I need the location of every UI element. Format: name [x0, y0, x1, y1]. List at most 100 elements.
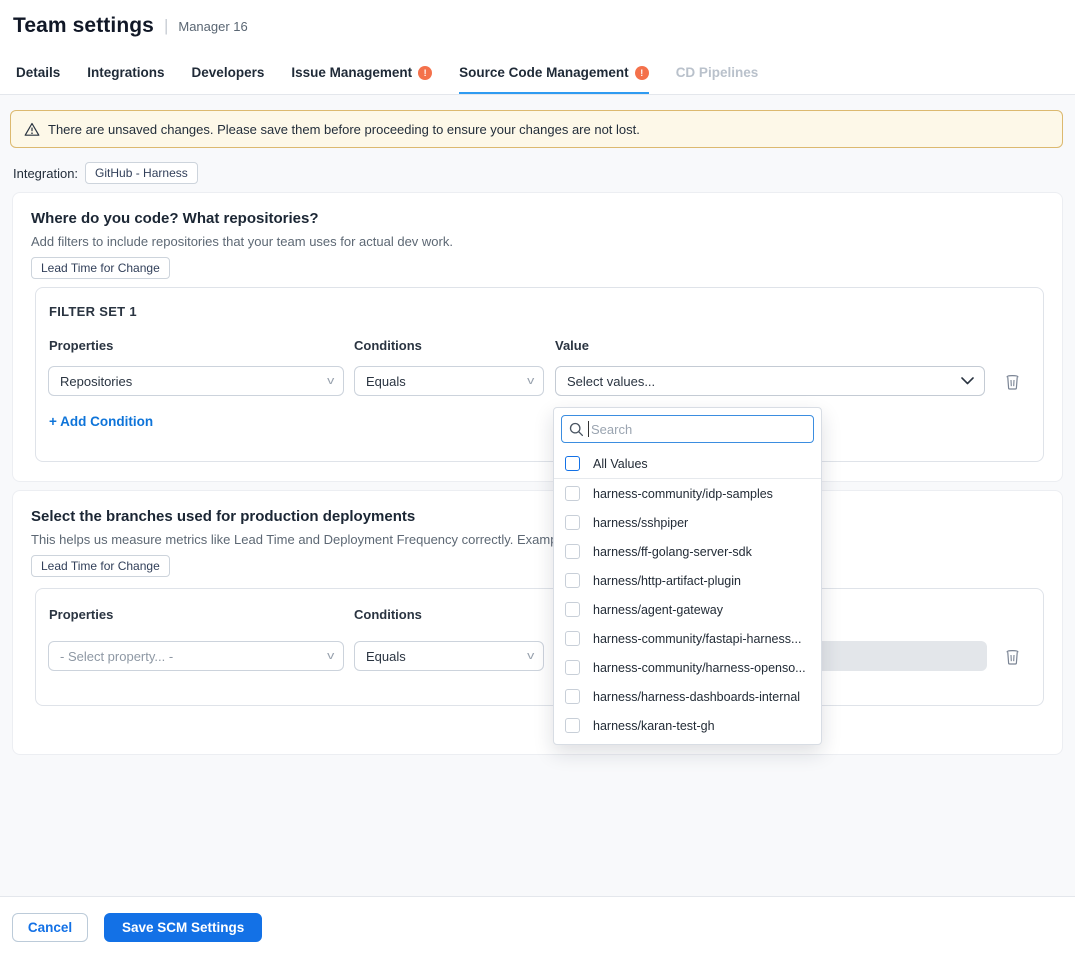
metric-chip-lead-time: Lead Time for Change: [31, 555, 170, 577]
checkbox-icon[interactable]: [565, 660, 580, 675]
cancel-button[interactable]: Cancel: [12, 913, 88, 942]
warning-badge-icon: !: [418, 66, 432, 80]
tab-label: Source Code Management: [459, 65, 629, 80]
repo-option[interactable]: harness/karan-test-gh: [554, 711, 821, 740]
tab-label: Details: [16, 65, 60, 80]
tab-label: Integrations: [87, 65, 164, 80]
checkbox-icon[interactable]: [565, 486, 580, 501]
chevron-down-icon: v: [527, 375, 534, 387]
checkbox-icon[interactable]: [565, 515, 580, 530]
all-values-label: All Values: [593, 457, 648, 471]
action-footer: Cancel Save SCM Settings: [0, 896, 1075, 954]
repo-option[interactable]: harness-community/idp-samples: [554, 479, 821, 508]
properties-column-label: Properties: [49, 607, 113, 622]
repo-option[interactable]: harness/agent-gateway: [554, 595, 821, 624]
tab-integrations[interactable]: Integrations: [87, 53, 164, 94]
add-condition-link[interactable]: + Add Condition: [49, 414, 153, 429]
repo-option[interactable]: harness/ff-golang-server-sdk: [554, 537, 821, 566]
tab-cd-pipelines: CD Pipelines: [676, 53, 759, 94]
property-select-placeholder: - Select property... -: [60, 649, 173, 664]
chevron-down-icon: v: [527, 650, 534, 662]
condition-select[interactable]: Equals v: [354, 366, 544, 396]
repositories-card-subtitle: Add filters to include repositories that…: [31, 234, 453, 249]
main-content: There are unsaved changes. Please save t…: [0, 95, 1075, 896]
repo-option-label: harness-community/harness-openso...: [593, 661, 806, 675]
checkbox-icon[interactable]: [565, 718, 580, 733]
conditions-column-label: Conditions: [354, 607, 422, 622]
tab-label: Developers: [192, 65, 265, 80]
filter-set-title: FILTER SET 1: [49, 304, 137, 319]
value-column-label: Value: [555, 338, 589, 353]
banner-text: There are unsaved changes. Please save t…: [48, 122, 640, 137]
trash-icon: [1005, 373, 1020, 390]
tab-label: CD Pipelines: [676, 65, 759, 80]
repo-option-label: harness/ff-golang-server-sdk: [593, 545, 752, 559]
page-title: Team settings: [13, 14, 154, 38]
branches-card-title: Select the branches used for production …: [31, 508, 415, 525]
properties-column-label: Properties: [49, 338, 113, 353]
property-select[interactable]: Repositories v: [48, 366, 344, 396]
repositories-card: Where do you code? What repositories? Ad…: [12, 192, 1063, 482]
repo-option-label: harness-community/idp-samples: [593, 487, 773, 501]
checkbox-icon[interactable]: [565, 456, 580, 471]
repo-option[interactable]: harness-community/harness-openso...: [554, 653, 821, 682]
tab-details[interactable]: Details: [16, 53, 60, 94]
chevron-down-icon: [961, 377, 974, 385]
checkbox-icon[interactable]: [565, 573, 580, 588]
warning-triangle-icon: [24, 122, 40, 137]
branch-property-select[interactable]: - Select property... - v: [48, 641, 344, 671]
repo-option-label: harness/http-artifact-plugin: [593, 574, 741, 588]
metric-chip-lead-time: Lead Time for Change: [31, 257, 170, 279]
tab-bar: Details Integrations Developers Issue Ma…: [0, 53, 1075, 95]
checkbox-icon[interactable]: [565, 631, 580, 646]
branches-card-subtitle: This helps us measure metrics like Lead …: [31, 532, 1041, 547]
unsaved-changes-banner: There are unsaved changes. Please save t…: [10, 110, 1063, 148]
value-select-placeholder: Select values...: [567, 374, 655, 389]
tab-developers[interactable]: Developers: [192, 53, 265, 94]
branches-card: Select the branches used for production …: [12, 490, 1063, 755]
tab-source-code-management[interactable]: Source Code Management !: [459, 53, 649, 94]
conditions-column-label: Conditions: [354, 338, 422, 353]
filter-set-1-box: FILTER SET 1 Properties Conditions Value…: [35, 287, 1044, 462]
repo-option[interactable]: harness/...: [554, 740, 821, 745]
tab-issue-management[interactable]: Issue Management !: [291, 53, 432, 94]
tab-label: Issue Management: [291, 65, 412, 80]
chevron-down-icon: v: [327, 650, 334, 662]
checkbox-icon[interactable]: [565, 544, 580, 559]
text-caret: [588, 421, 589, 437]
page-header: Team settings | Manager 16: [0, 0, 1075, 53]
delete-condition-button[interactable]: [1002, 370, 1022, 392]
condition-select-value: Equals: [366, 649, 406, 664]
title-separator: |: [164, 16, 168, 36]
save-scm-settings-button[interactable]: Save SCM Settings: [104, 913, 262, 942]
trash-icon: [1005, 648, 1020, 665]
repo-option-label: harness/karan-test-gh: [593, 719, 715, 733]
repositories-card-title: Where do you code? What repositories?: [31, 210, 319, 227]
checkbox-icon[interactable]: [565, 689, 580, 704]
repo-option-label: harness/harness-dashboards-internal: [593, 690, 800, 704]
integration-row: Integration: GitHub - Harness: [13, 162, 198, 184]
repo-option-label: harness-community/fastapi-harness...: [593, 632, 801, 646]
repo-option[interactable]: harness/http-artifact-plugin: [554, 566, 821, 595]
warning-badge-icon: !: [635, 66, 649, 80]
chevron-down-icon: v: [327, 375, 334, 387]
integration-label: Integration:: [13, 166, 78, 181]
checkbox-icon[interactable]: [565, 602, 580, 617]
dropdown-search: [561, 415, 814, 443]
repo-option-label: harness/agent-gateway: [593, 603, 723, 617]
property-select-value: Repositories: [60, 374, 132, 389]
value-multiselect[interactable]: Select values...: [555, 366, 985, 396]
repo-option[interactable]: harness/harness-dashboards-internal: [554, 682, 821, 711]
repo-option-label: harness/sshpiper: [593, 516, 688, 530]
branches-filter-box: Properties Conditions - Select property.…: [35, 588, 1044, 706]
repo-option[interactable]: harness/sshpiper: [554, 508, 821, 537]
integration-chip[interactable]: GitHub - Harness: [85, 162, 198, 184]
repo-option[interactable]: harness-community/fastapi-harness...: [554, 624, 821, 653]
value-select-dropdown: All Values harness-community/idp-samples…: [553, 407, 822, 745]
all-values-option[interactable]: All Values: [554, 449, 821, 479]
search-icon: [569, 422, 584, 437]
team-name-label: Manager 16: [178, 19, 247, 34]
branch-condition-select[interactable]: Equals v: [354, 641, 544, 671]
search-input[interactable]: [561, 415, 814, 443]
delete-condition-button[interactable]: [1002, 645, 1022, 667]
